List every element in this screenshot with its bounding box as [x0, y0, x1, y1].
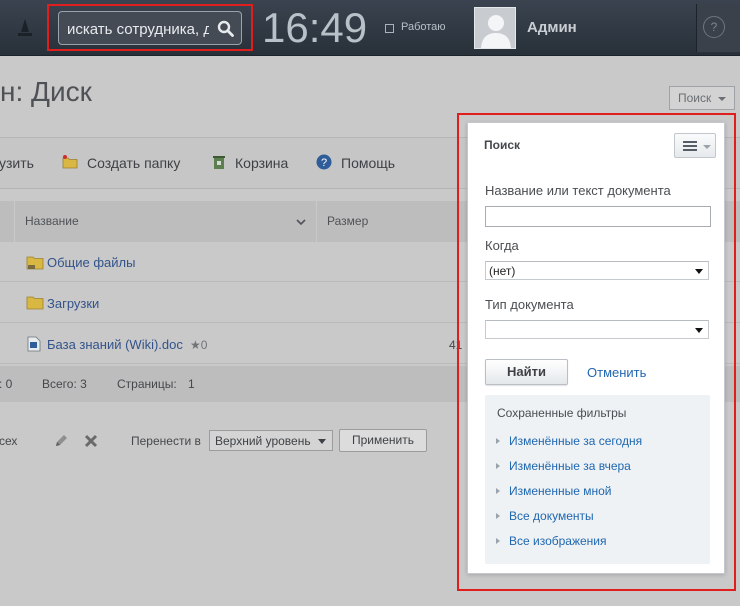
- word-document-icon: [27, 336, 41, 352]
- create-folder-button[interactable]: Создать папку: [87, 155, 180, 171]
- chevron-down-icon[interactable]: [296, 218, 306, 226]
- move-target-value: Верхний уровень: [215, 434, 311, 448]
- column-separator: [14, 201, 15, 242]
- chevron-down-icon: [695, 328, 703, 333]
- chevron-down-icon: [318, 439, 326, 444]
- global-search[interactable]: [58, 11, 242, 45]
- bullet-icon: [496, 488, 500, 494]
- trash-button[interactable]: Корзина: [235, 155, 288, 171]
- user-silhouette-icon: [481, 15, 511, 48]
- bullet-icon: [496, 538, 500, 544]
- saved-filters-title: Сохраненные фильтры: [497, 406, 627, 420]
- column-size[interactable]: Размер: [327, 214, 368, 228]
- help-button[interactable]: Помощь: [341, 155, 395, 171]
- saved-filters-panel: Сохраненные фильтры Изменённые за сегодн…: [485, 395, 710, 564]
- new-folder-icon: [62, 155, 78, 169]
- chevron-down-icon: [695, 269, 703, 274]
- total-count: Всего: 3: [42, 377, 87, 391]
- pages-value[interactable]: 1: [188, 377, 195, 391]
- rating-star[interactable]: ★0: [190, 338, 207, 352]
- logo-icon: [18, 19, 32, 36]
- bullet-icon: [496, 438, 500, 444]
- column-name[interactable]: Название: [25, 214, 79, 228]
- folder-icon: [26, 296, 44, 310]
- top-bar: 16:49 Работаю Админ ?: [0, 0, 740, 56]
- shared-folder-icon: [26, 256, 44, 270]
- selected-count: : 0: [0, 377, 13, 391]
- chevron-down-icon: [718, 97, 726, 101]
- delete-icon[interactable]: [84, 434, 98, 448]
- filter-menu-button[interactable]: [674, 133, 716, 158]
- popup-title: Поиск: [484, 138, 521, 152]
- saved-filter-link[interactable]: Изменённые за сегодня: [509, 434, 642, 448]
- menu-icon: [683, 141, 697, 151]
- select-all-checkbox-label[interactable]: сех: [0, 434, 17, 448]
- pages-label: Страницы:: [117, 377, 177, 391]
- cancel-link[interactable]: Отменить: [587, 365, 646, 380]
- bullet-icon: [496, 513, 500, 519]
- bullet-icon: [496, 463, 500, 469]
- work-status-checkbox[interactable]: [385, 24, 394, 33]
- search-filter-popup: Поиск Название или текст документа Когда…: [467, 122, 725, 574]
- when-select[interactable]: (нет): [485, 261, 709, 280]
- row-name-link[interactable]: База знаний (Wiki).doc: [47, 337, 183, 352]
- doc-type-select[interactable]: [485, 320, 709, 339]
- row-name-link[interactable]: Общие файлы: [47, 255, 135, 270]
- chevron-down-icon: [703, 145, 711, 149]
- when-field-label: Когда: [485, 238, 519, 253]
- saved-filter-link[interactable]: Измененные мной: [509, 484, 612, 498]
- avatar[interactable]: [474, 7, 516, 49]
- move-target-select[interactable]: Верхний уровень: [209, 430, 333, 451]
- saved-filter-link[interactable]: Все изображения: [509, 534, 607, 548]
- search-toggle-label: Поиск: [678, 91, 712, 105]
- svg-text:?: ?: [321, 157, 327, 169]
- work-status-label[interactable]: Работаю: [401, 21, 446, 33]
- user-name[interactable]: Админ: [527, 19, 577, 36]
- search-toggle-button[interactable]: Поиск: [669, 86, 735, 110]
- upload-button[interactable]: узить: [0, 155, 34, 171]
- help-icon[interactable]: ?: [703, 16, 725, 38]
- help-circle-icon: ?: [316, 154, 332, 170]
- row-name-link[interactable]: Загрузки: [47, 296, 99, 311]
- doc-type-field-label: Тип документа: [485, 297, 574, 312]
- pencil-icon[interactable]: [53, 433, 69, 449]
- apply-button[interactable]: Применить: [339, 429, 427, 452]
- when-select-value: (нет): [489, 264, 516, 278]
- column-separator: [316, 201, 317, 242]
- name-field[interactable]: [485, 206, 711, 227]
- global-search-input[interactable]: [67, 19, 209, 39]
- move-to-label: Перенести в: [131, 434, 201, 448]
- clock[interactable]: 16:49: [262, 4, 367, 52]
- find-button[interactable]: Найти: [485, 359, 568, 385]
- name-field-label: Название или текст документа: [485, 183, 671, 198]
- trash-icon: [213, 156, 225, 169]
- search-icon[interactable]: [217, 20, 235, 38]
- saved-filter-link[interactable]: Все документы: [509, 509, 594, 523]
- saved-filter-link[interactable]: Изменённые за вчера: [509, 459, 631, 473]
- page-title: н: Диск: [0, 76, 92, 107]
